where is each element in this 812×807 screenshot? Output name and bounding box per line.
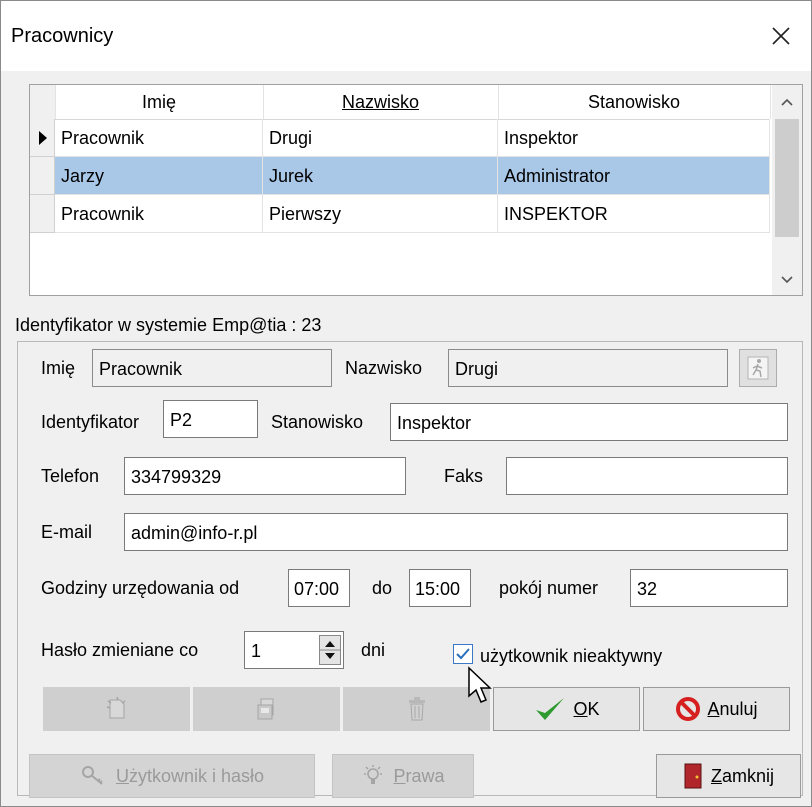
scroll-down-icon[interactable] [780, 275, 794, 285]
room-field[interactable]: 32 [630, 569, 788, 607]
cell-last-name: Pierwszy [263, 195, 498, 233]
spin-up-down-icon [320, 641, 340, 659]
rights-button[interactable]: Prawa [332, 754, 474, 798]
cancel-button-accel: A [707, 698, 720, 719]
identifier-label: Identyfikator [41, 412, 140, 432]
close-icon [772, 27, 790, 45]
save-document-icon [257, 698, 273, 720]
spin-buttons[interactable] [319, 635, 341, 665]
email-field[interactable]: admin@info-r.pl [124, 513, 788, 551]
row-indicator [30, 195, 55, 233]
header-position[interactable]: Stanowisko [498, 85, 771, 119]
cancel-button[interactable]: Anuluj [643, 687, 790, 731]
scroll-up-icon[interactable] [780, 97, 794, 107]
fax-field[interactable] [506, 457, 788, 495]
employees-dialog: Pracownicy Imię Nazwisko Stanowisko Prac… [0, 0, 812, 807]
password-interval-value: 1 [251, 641, 262, 661]
checkmark-icon [456, 648, 470, 660]
title-bar: Pracownicy [1, 1, 811, 71]
door-icon [684, 763, 702, 789]
system-id-label: Identyfikator w systemie Emp@tia : 23 [15, 315, 322, 335]
trash-icon [408, 697, 425, 721]
rights-accel: P [393, 765, 406, 786]
row-indicator [30, 157, 55, 195]
header-first-name[interactable]: Imię [55, 85, 264, 119]
no-entry-icon [676, 697, 701, 721]
close-label-rest: amknij [721, 765, 774, 786]
close-window-button[interactable] [751, 1, 811, 71]
cell-position: Inspektor [498, 119, 770, 157]
room-label: pokój numer [499, 578, 599, 598]
save-record-button[interactable] [193, 687, 340, 731]
keys-icon [81, 766, 103, 785]
cell-position: INSPEKTOR [498, 195, 770, 233]
person-lookup-button[interactable] [739, 349, 777, 387]
window-title: Pracownicy [11, 25, 114, 47]
password-interval-label: Hasło zmieniane co [41, 640, 199, 660]
fax-label: Faks [444, 466, 484, 486]
add-record-button[interactable] [43, 687, 190, 731]
mouse-cursor-icon [468, 666, 492, 703]
person-walking-icon [747, 356, 769, 380]
phone-field[interactable]: 334799329 [124, 457, 406, 495]
cell-first-name: Jarzy [55, 157, 263, 195]
hours-label: Godziny urzędowania od [41, 578, 240, 598]
ok-button-accel: O [573, 698, 588, 719]
phone-label: Telefon [41, 466, 100, 486]
identifier-field[interactable]: P2 [163, 400, 258, 438]
current-row-arrow-icon [39, 131, 47, 145]
employees-grid[interactable]: Imię Nazwisko Stanowisko Pracownik Drugi… [29, 84, 803, 296]
last-name-field[interactable]: Drugi [448, 349, 728, 387]
table-row[interactable]: Pracownik Drugi Inspektor [30, 119, 770, 158]
cell-first-name: Pracownik [55, 195, 263, 233]
cell-position: Administrator [498, 157, 770, 195]
grid-header: Imię Nazwisko Stanowisko [30, 85, 771, 120]
hours-to-field[interactable]: 15:00 [409, 569, 471, 607]
hours-from-field[interactable]: 07:00 [288, 569, 350, 607]
last-name-label: Nazwisko [345, 358, 423, 378]
close-button[interactable]: Zamknij [656, 754, 801, 798]
cell-last-name: Jurek [263, 157, 498, 195]
first-name-field[interactable]: Pracownik [92, 349, 332, 387]
new-document-icon [106, 696, 125, 719]
first-name-label: Imię [41, 358, 76, 378]
table-row[interactable]: Jarzy Jurek Administrator [30, 157, 770, 196]
inactive-user-checkbox[interactable] [453, 644, 473, 664]
header-indicator [30, 85, 56, 119]
ok-button[interactable]: OK [493, 687, 640, 731]
position-field[interactable]: Inspektor [390, 403, 788, 441]
header-last-name[interactable]: Nazwisko [263, 85, 499, 119]
rights-label-rest: rawa [405, 765, 445, 786]
inactive-user-label[interactable]: użytkownik nieaktywny [480, 637, 662, 675]
user-and-password-accel: U [115, 765, 129, 786]
password-interval-stepper[interactable]: 1 [244, 631, 344, 669]
cell-first-name: Pracownik [55, 119, 263, 157]
table-row[interactable]: Pracownik Pierwszy INSPEKTOR [30, 195, 770, 234]
scrollbar-thumb[interactable] [775, 119, 799, 237]
ok-button-label-rest: K [587, 698, 600, 719]
password-unit-label: dni [361, 640, 386, 660]
row-indicator [30, 119, 55, 157]
cell-last-name: Drugi [263, 119, 498, 157]
cancel-button-label-rest: nuluj [719, 698, 758, 719]
email-label: E-mail [41, 522, 93, 542]
user-and-password-label-rest: żytkownik i hasło [128, 765, 265, 786]
hours-to-label: do [372, 578, 393, 598]
close-accel: Z [710, 765, 722, 786]
green-check-icon [536, 698, 565, 720]
lightbulb-icon [364, 765, 383, 784]
position-label: Stanowisko [271, 412, 364, 432]
user-and-password-button[interactable]: Użytkownik i hasło [29, 754, 315, 798]
grid-vertical-scrollbar[interactable] [772, 85, 802, 295]
